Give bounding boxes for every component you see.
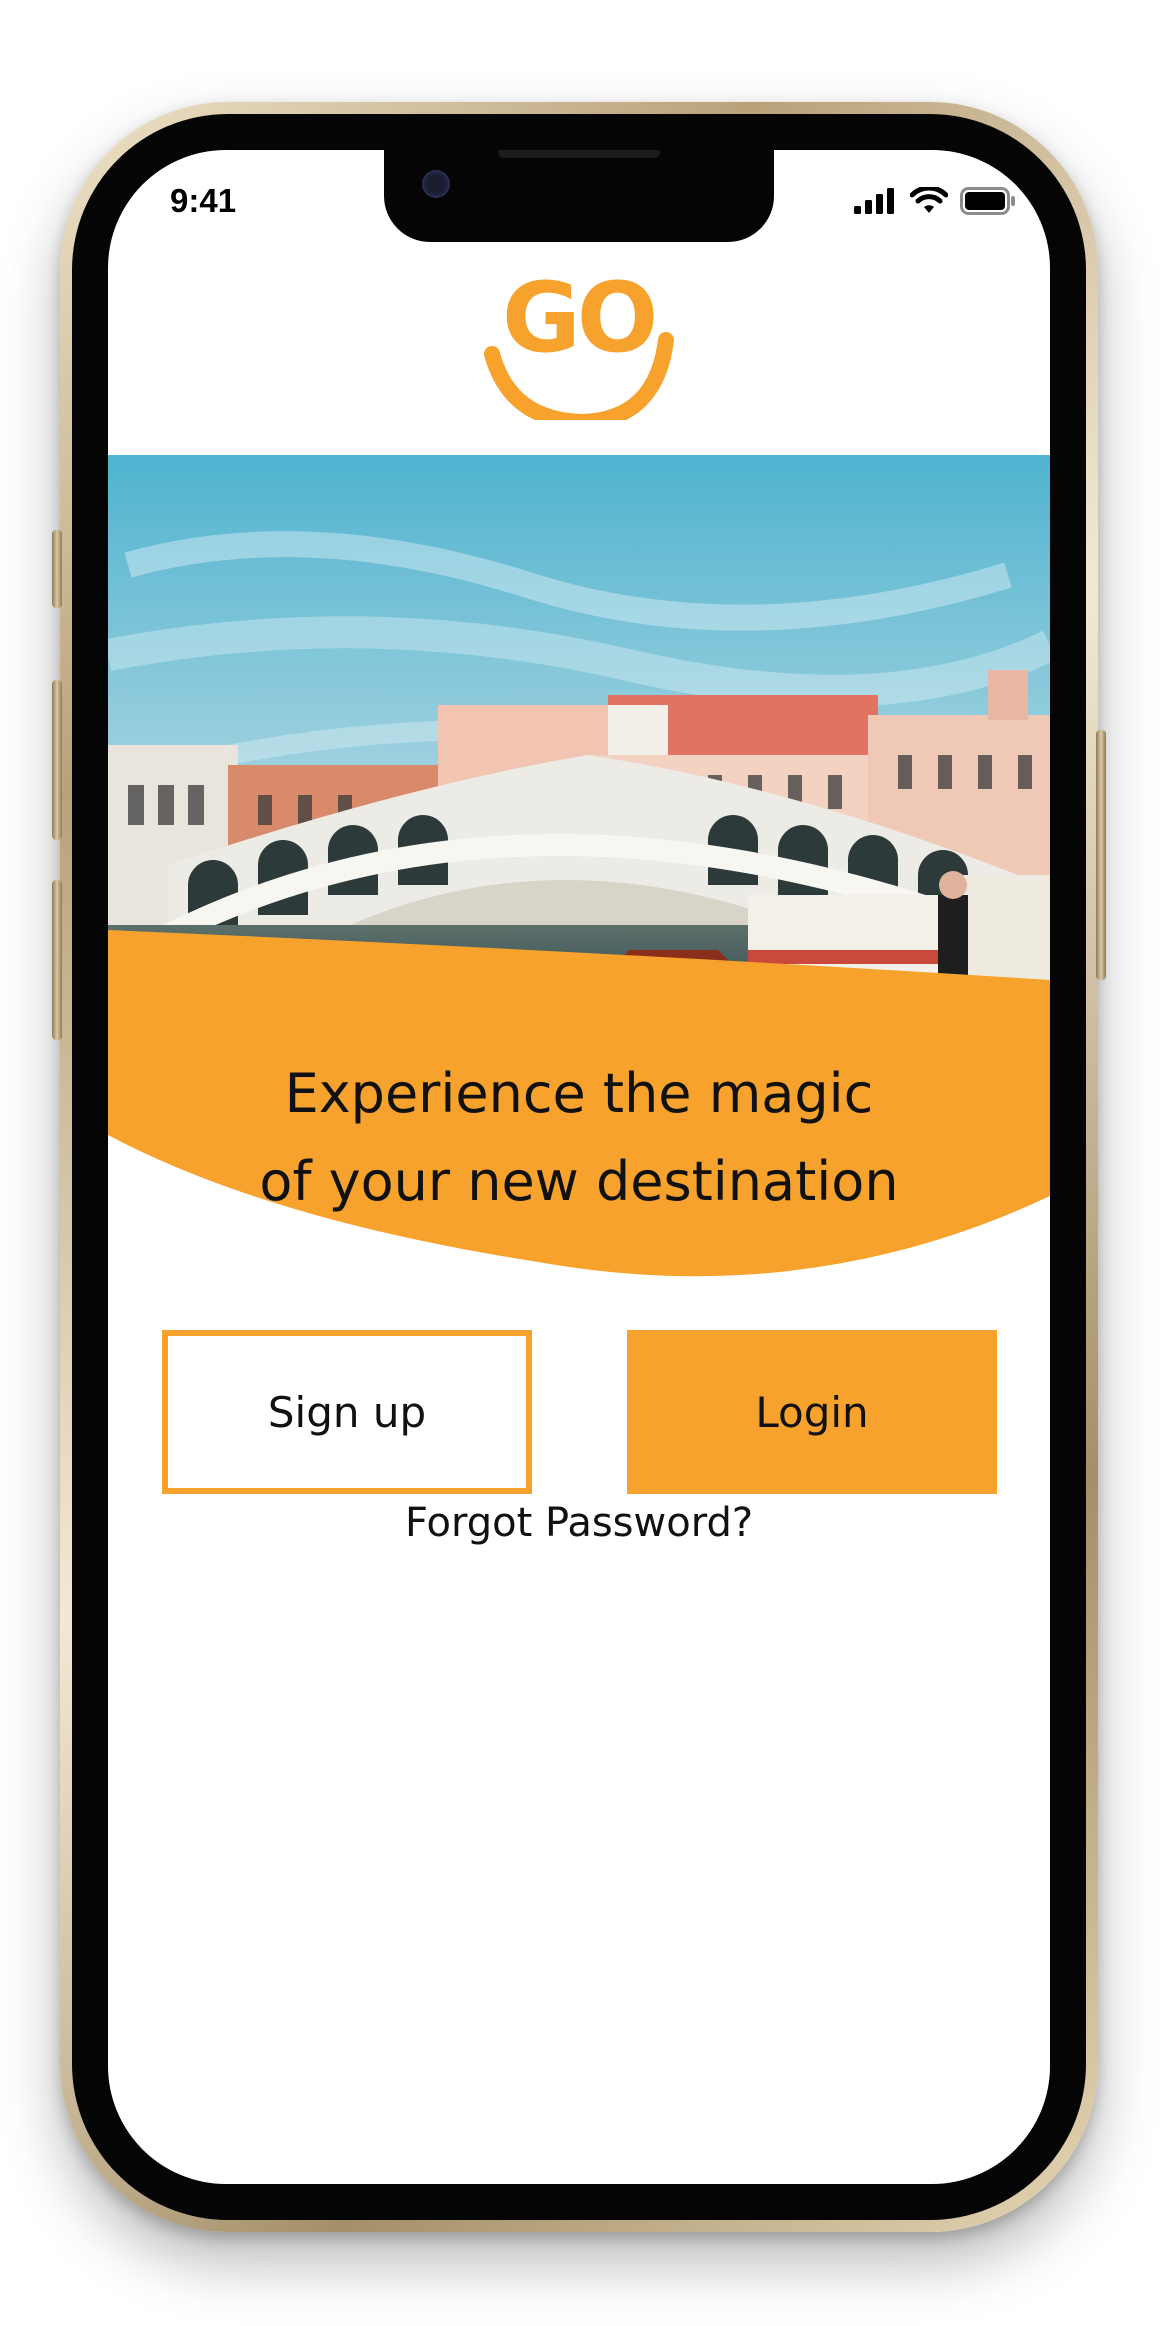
status-time: 9:41	[170, 182, 237, 219]
tagline-line-2: of your new destination	[259, 1150, 899, 1213]
signup-button[interactable]: Sign up	[162, 1330, 532, 1494]
status-icons	[854, 186, 1016, 216]
wifi-icon	[910, 187, 948, 213]
app-screen: 9:41 GO Experience the magic of your new…	[108, 150, 1050, 2184]
phone-notch	[384, 150, 774, 242]
login-button[interactable]: Login	[627, 1330, 997, 1494]
phone-silent-switch	[52, 530, 62, 608]
forgot-password-link[interactable]: Forgot Password?	[108, 1500, 1050, 1546]
cellular-signal-icon	[854, 188, 894, 214]
go-logo: GO	[470, 270, 690, 420]
tagline-line-1: Experience the magic	[284, 1062, 874, 1125]
front-camera	[422, 170, 450, 198]
tagline: Experience the magic of your new destina…	[108, 1050, 1050, 1226]
phone-volume-up	[52, 680, 62, 840]
hero-image	[108, 455, 1050, 1015]
venice-bridge-illustration	[108, 455, 1050, 1015]
smile-arc-icon	[484, 332, 674, 420]
phone-volume-down	[52, 880, 62, 1040]
speaker-grille	[498, 150, 660, 158]
phone-power-button	[1096, 730, 1106, 980]
battery-icon	[960, 187, 1015, 215]
